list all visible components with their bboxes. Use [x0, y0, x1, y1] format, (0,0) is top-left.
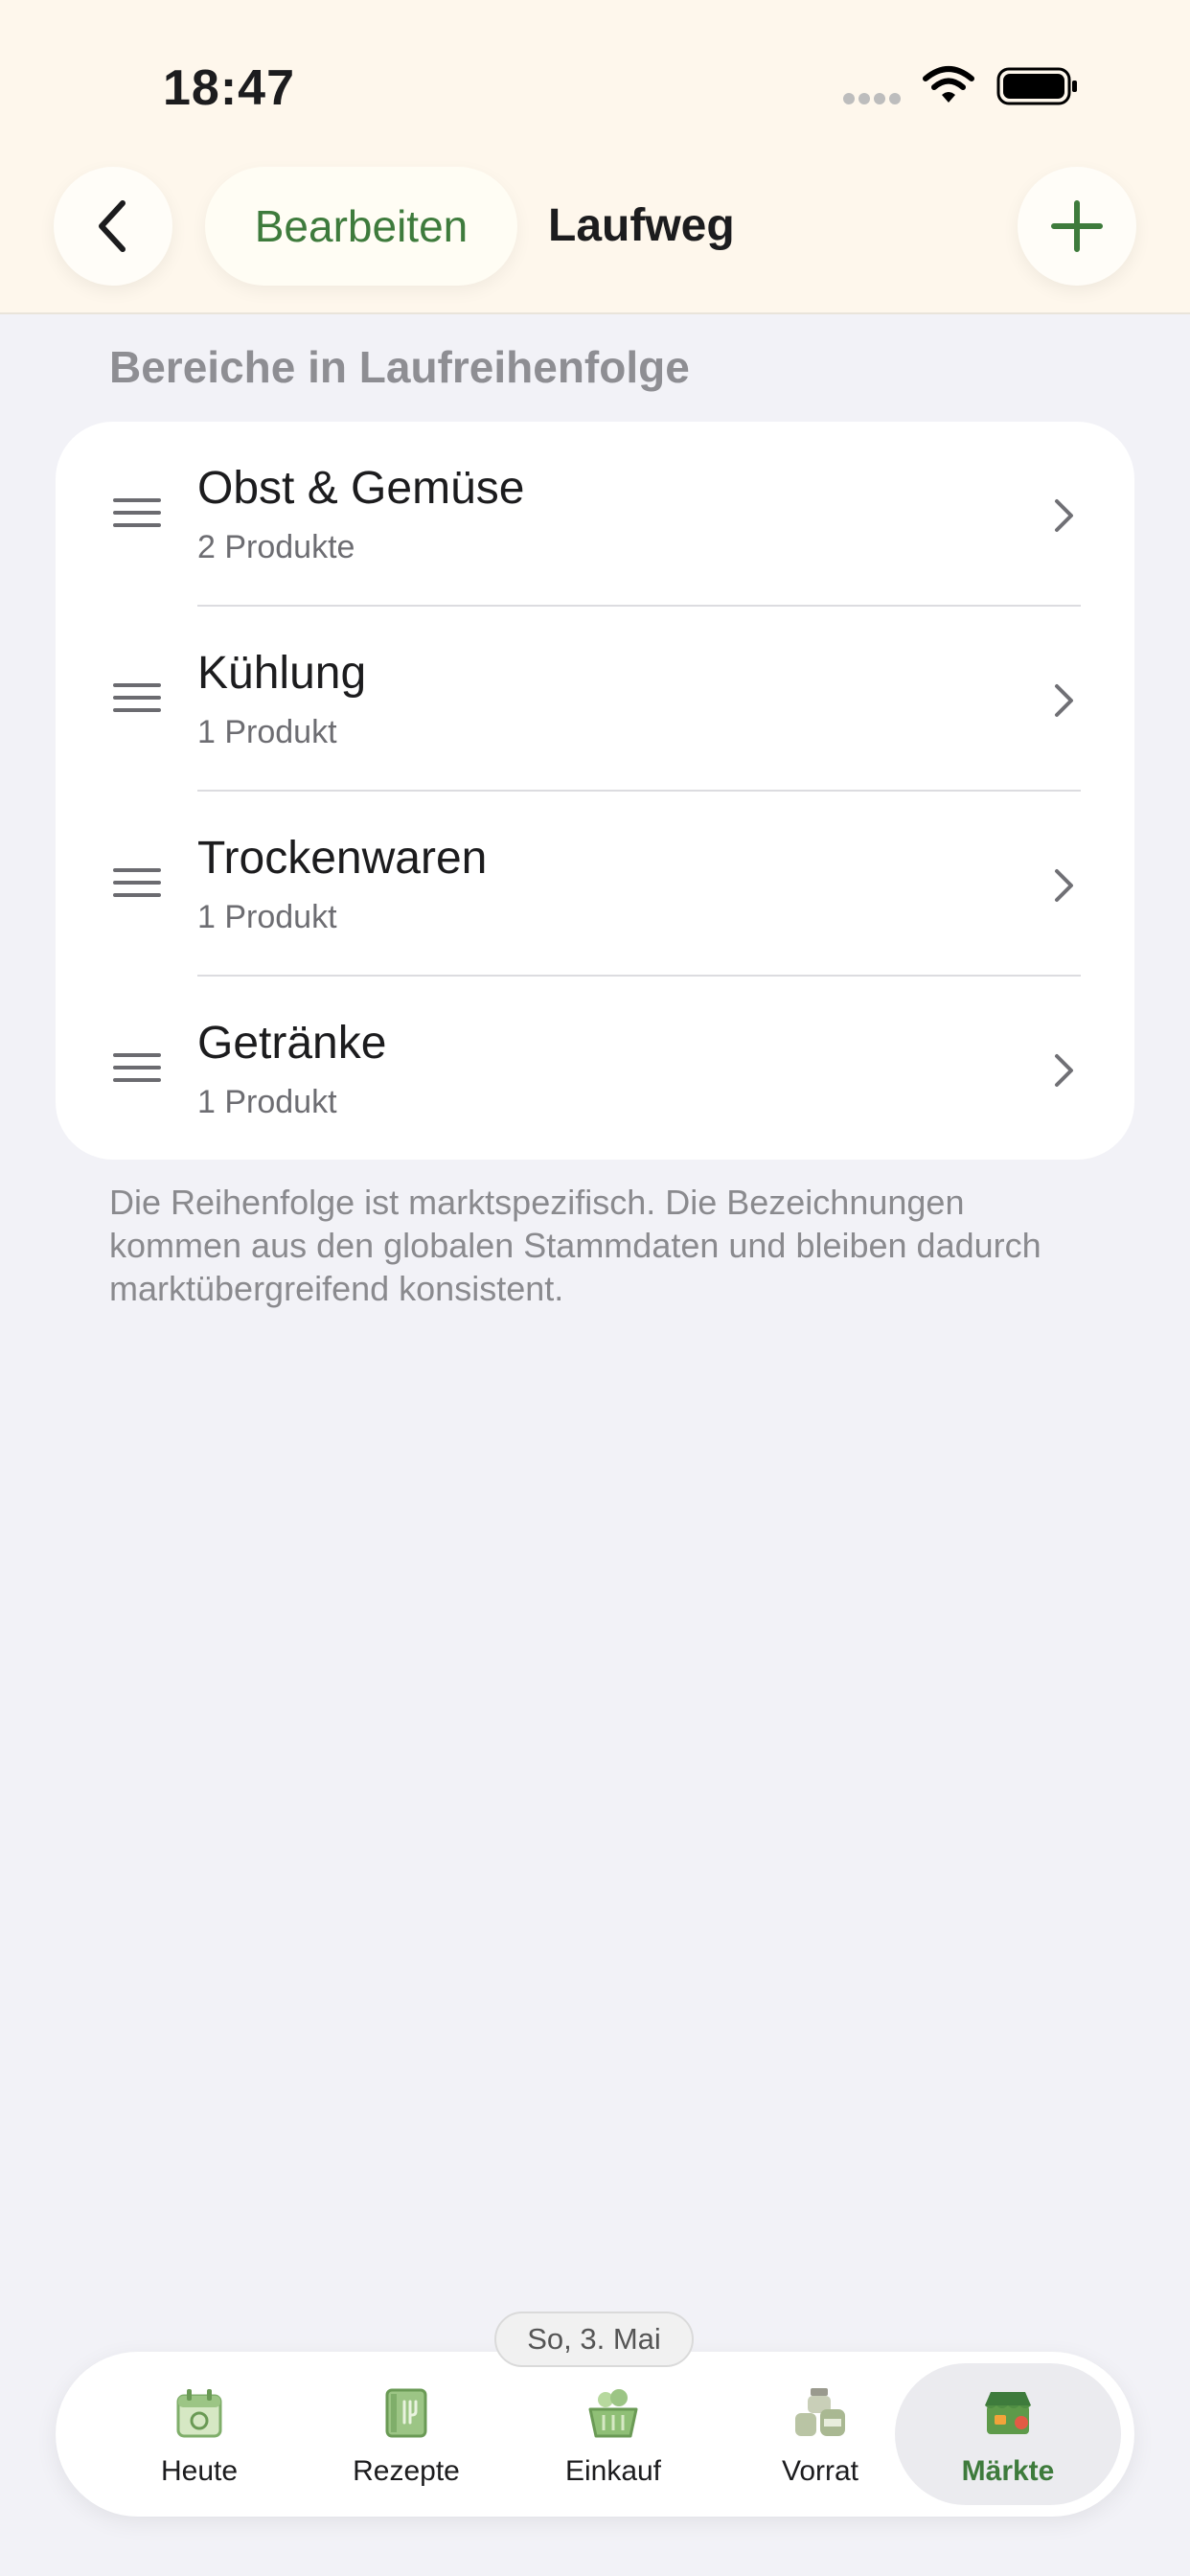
chevron-right-icon: [1055, 1054, 1073, 1087]
area-name: Kühlung: [197, 648, 367, 699]
area-product-count: 1 Produkt: [197, 899, 337, 935]
list-item-trockenwaren[interactable]: Trockenwaren 1 Produkt: [56, 792, 1134, 977]
cellular-signal-icon: [843, 92, 904, 105]
area-name: Getränke: [197, 1018, 387, 1069]
battery-icon: [996, 67, 1077, 105]
area-product-count: 1 Produkt: [197, 714, 337, 750]
add-button[interactable]: [1018, 167, 1136, 286]
status-time: 18:47: [163, 60, 295, 116]
tab-label: Einkauf: [564, 2455, 662, 2487]
list-item-kuehlung[interactable]: Kühlung 1 Produkt: [56, 607, 1134, 792]
section-footnote: Die Reihenfolge ist marktspezifisch. Die…: [109, 1183, 1041, 1308]
tab-label: Märkte: [961, 2455, 1055, 2487]
tab-maerkte[interactable]: Märkte: [895, 2363, 1121, 2505]
store-icon: [985, 2392, 1031, 2434]
jars-icon: [795, 2388, 845, 2436]
area-product-count: 2 Produkte: [197, 529, 355, 565]
tab-rezepte[interactable]: Rezepte: [293, 2363, 519, 2505]
list-item-obst-gemuese[interactable]: Obst & Gemüse 2 Produkte: [56, 422, 1134, 607]
chevron-right-icon: [1055, 499, 1073, 532]
drag-handle-icon[interactable]: [113, 1053, 161, 1086]
tab-heute[interactable]: Heute: [86, 2363, 312, 2505]
page-title: Laufweg: [548, 200, 735, 251]
edit-button[interactable]: Bearbeiten: [205, 167, 517, 286]
basket-icon: [588, 2389, 638, 2438]
area-name: Obst & Gemüse: [197, 463, 525, 514]
list-item-getraenke[interactable]: Getränke 1 Produkt: [56, 977, 1134, 1160]
tab-einkauf[interactable]: Einkauf: [500, 2363, 726, 2505]
plus-icon: [1051, 200, 1103, 252]
tab-bar: Heute Rezepte Einkauf Vorrat Märkte: [56, 2352, 1134, 2517]
tab-label: Heute: [160, 2455, 239, 2487]
recipe-book-icon: [385, 2388, 427, 2438]
drag-handle-icon[interactable]: [113, 498, 161, 531]
chevron-left-icon: [99, 200, 126, 252]
chevron-right-icon: [1055, 684, 1073, 717]
date-badge: So, 3. Mai: [494, 2312, 694, 2367]
area-product-count: 1 Produkt: [197, 1084, 337, 1120]
section-title: Bereiche in Laufreihenfolge: [109, 342, 690, 392]
area-name: Trockenwaren: [197, 833, 488, 884]
drag-handle-icon[interactable]: [113, 868, 161, 901]
tab-label: Rezepte: [353, 2455, 460, 2487]
back-button[interactable]: [54, 167, 172, 286]
chevron-right-icon: [1055, 869, 1073, 902]
calendar-icon: [176, 2389, 222, 2438]
wifi-icon: [923, 66, 974, 103]
areas-list: Obst & Gemüse 2 Produkte Kühlung 1 Produ…: [56, 422, 1134, 1160]
header: 18:47 Bearbeiten Laufweg: [0, 0, 1190, 314]
drag-handle-icon[interactable]: [113, 683, 161, 716]
